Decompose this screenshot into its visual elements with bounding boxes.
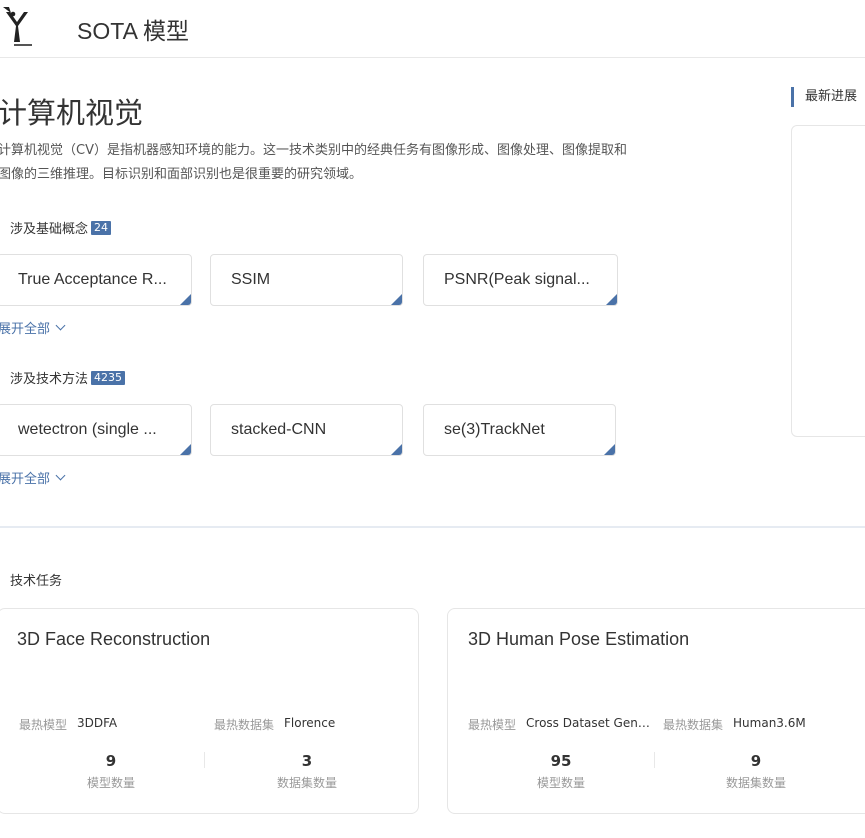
concept-chip-psnr[interactable]: PSNR(Peak signal...	[423, 254, 618, 306]
top-dataset: 最热数据集 Florence	[214, 716, 335, 733]
methods-count-badge: 4235	[91, 370, 126, 385]
methods-section-label: 涉及技术方法 4235	[10, 368, 126, 387]
method-chip-stacked-cnn[interactable]: stacked-CNN	[210, 404, 403, 456]
latest-progress-heading: 最新进展	[791, 87, 857, 107]
chip-corner-marker	[391, 294, 402, 305]
task-title[interactable]: 3D Face Reconstruction	[17, 629, 210, 650]
dataset-count-label: 数据集数量	[725, 776, 786, 790]
top-model-value[interactable]: Cross Dataset Gener...	[526, 716, 654, 733]
top-dataset-label: 最热数据集	[214, 718, 275, 732]
page-description: 计算机视觉（CV）是指机器感知环境的能力。这一技术类别中的经典任务有图像形成、图…	[0, 143, 627, 182]
chip-label: True Acceptance R...	[18, 271, 167, 288]
concepts-count-badge: 24	[91, 220, 112, 235]
stat-separator	[204, 752, 205, 768]
section-divider	[0, 526, 865, 528]
model-count-stat: 95 模型数量	[491, 752, 631, 791]
chevron-down-icon	[55, 470, 66, 481]
concept-chip-true-acceptance-rate[interactable]: True Acceptance R...	[0, 254, 192, 306]
chip-corner-marker	[604, 444, 615, 455]
top-dataset-label: 最热数据集	[663, 718, 724, 732]
dataset-count-stat: 9 数据集数量	[686, 752, 826, 791]
method-chip-wetectron[interactable]: wetectron (single ...	[0, 404, 192, 456]
stat-separator	[654, 752, 655, 768]
chip-label: se(3)TrackNet	[444, 421, 545, 438]
tasks-label: 技术任务	[10, 574, 63, 589]
dataset-count-label: 数据集数量	[276, 776, 337, 790]
top-dataset-value[interactable]: Human3.6M	[733, 716, 806, 733]
dataset-count: 9	[750, 752, 762, 770]
synced-logo-icon[interactable]	[0, 4, 36, 48]
expand-all-label: 展开全部	[0, 472, 51, 487]
tasks-section-label: 技术任务	[10, 570, 62, 589]
model-count: 9	[105, 752, 117, 770]
top-model-value[interactable]: 3DDFA	[77, 716, 117, 733]
top-model: 最热模型 Cross Dataset Gener...	[468, 716, 654, 733]
header-title: SOTA 模型	[77, 18, 190, 44]
concepts-label: 涉及基础概念	[10, 222, 89, 237]
model-count-label: 模型数量	[86, 776, 135, 790]
task-card-3d-human-pose-estimation[interactable]: 3D Human Pose Estimation 最热模型 Cross Data…	[447, 608, 865, 814]
task-card-3d-face-reconstruction[interactable]: 3D Face Reconstruction 最热模型 3DDFA 最热数据集 …	[0, 608, 419, 814]
model-count: 95	[550, 752, 572, 770]
model-count-label: 模型数量	[536, 776, 585, 790]
concept-chip-ssim[interactable]: SSIM	[210, 254, 403, 306]
model-count-stat: 9 模型数量	[41, 752, 181, 791]
concepts-expand-all-button[interactable]: 展开全部	[0, 318, 66, 337]
chip-label: wetectron (single ...	[18, 421, 157, 438]
page-title: 计算机视觉	[0, 96, 144, 130]
chevron-down-icon	[55, 320, 66, 331]
latest-progress-panel	[791, 125, 865, 437]
expand-all-label: 展开全部	[0, 322, 51, 337]
chip-corner-marker	[180, 294, 191, 305]
chip-corner-marker	[180, 444, 191, 455]
chip-label: SSIM	[231, 271, 271, 288]
top-model-label: 最热模型	[468, 718, 517, 732]
dataset-count: 3	[301, 752, 313, 770]
method-chip-se3-tracknet[interactable]: se(3)TrackNet	[423, 404, 616, 456]
top-header: SOTA 模型	[0, 0, 865, 58]
top-model: 最热模型 3DDFA	[19, 716, 117, 733]
concepts-section-label: 涉及基础概念 24	[10, 218, 112, 237]
top-dataset-value[interactable]: Florence	[284, 716, 335, 733]
chip-corner-marker	[606, 294, 617, 305]
methods-expand-all-button[interactable]: 展开全部	[0, 468, 66, 487]
methods-label: 涉及技术方法	[10, 372, 89, 387]
chip-corner-marker	[391, 444, 402, 455]
dataset-count-stat: 3 数据集数量	[237, 752, 377, 791]
chip-label: stacked-CNN	[231, 421, 327, 438]
chip-label: PSNR(Peak signal...	[444, 271, 590, 288]
top-model-label: 最热模型	[19, 718, 68, 732]
task-title[interactable]: 3D Human Pose Estimation	[468, 629, 689, 650]
top-dataset: 最热数据集 Human3.6M	[663, 716, 806, 733]
